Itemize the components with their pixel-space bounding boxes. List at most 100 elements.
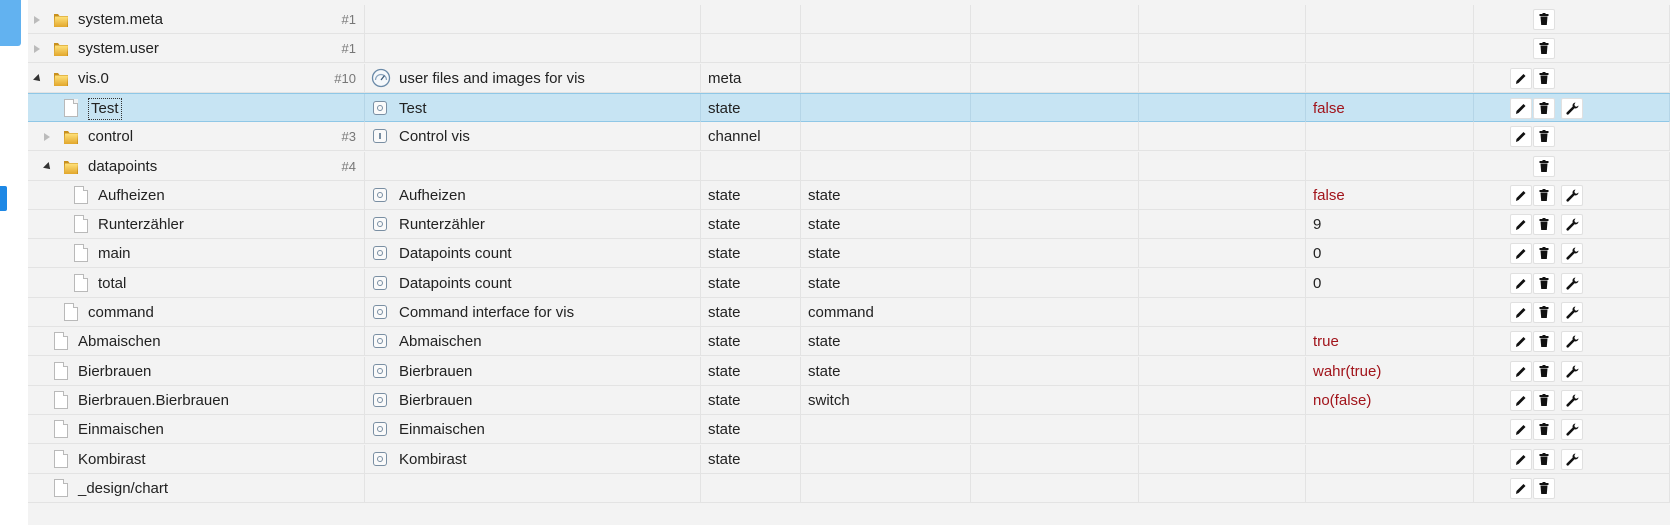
object-name[interactable]: total [98,269,126,298]
cell-type: state [701,385,801,415]
wrench-settings-button[interactable] [1561,97,1583,119]
object-name[interactable]: datapoints [88,152,157,181]
object-value[interactable]: 9 [1313,210,1321,239]
delete-button[interactable] [1533,38,1555,60]
object-name[interactable]: Bierbrauen.Bierbrauen [78,386,229,415]
cell-c5 [971,298,1139,327]
delete-button[interactable] [1533,243,1555,265]
delete-button[interactable] [1533,477,1555,499]
wrench-settings-button[interactable] [1561,448,1583,470]
edit-button[interactable] [1510,272,1532,294]
table-row[interactable]: system.meta #1 [28,5,1670,34]
object-name[interactable]: Aufheizen [98,181,165,210]
edit-button[interactable] [1510,184,1532,206]
cell-c5 [971,239,1139,269]
collapse-toggle-icon[interactable] [43,161,53,172]
edit-button[interactable] [1510,126,1532,148]
edit-button[interactable] [1510,389,1532,411]
table-row[interactable]: command Command interface for vis state com… [28,298,1670,327]
object-name[interactable]: Einmaischen [78,415,164,444]
table-row[interactable]: Einmaischen Einmaischen state [28,415,1670,445]
delete-button[interactable] [1533,126,1555,148]
object-name[interactable]: command [88,298,154,327]
table-row[interactable]: main Datapoints count state state 0 [28,239,1670,269]
wrench-settings-button[interactable] [1561,184,1583,206]
cell-desc [365,151,701,181]
table-row[interactable]: control #3 Control vis channel [28,122,1670,152]
delete-button[interactable] [1533,360,1555,382]
delete-button[interactable] [1533,419,1555,441]
wrench-settings-button[interactable] [1561,389,1583,411]
table-row[interactable]: Runterzähler Runterzähler state state 9 [28,210,1670,240]
table-row[interactable]: Abmaischen Abmaischen state state true [28,327,1670,357]
object-value[interactable]: 0 [1313,239,1321,268]
table-row[interactable]: Test Test state false [28,92,1670,123]
sidebar-accent-tab[interactable] [0,0,21,46]
delete-button[interactable] [1533,389,1555,411]
object-name[interactable]: system.meta [78,5,163,34]
object-name[interactable]: _design/chart [78,474,168,503]
table-row[interactable]: total Datapoints count state state 0 [28,268,1670,298]
delete-button[interactable] [1533,448,1555,470]
edit-button[interactable] [1510,97,1532,119]
object-name[interactable]: Test [88,97,122,120]
edit-button[interactable] [1510,360,1532,382]
object-value[interactable]: 0 [1313,269,1321,298]
delete-button[interactable] [1533,9,1555,30]
cell-name: Runterzähler [28,210,365,240]
wrench-settings-button[interactable] [1561,419,1583,441]
expand-toggle-icon[interactable] [34,45,40,54]
edit-button[interactable] [1510,67,1532,89]
delete-button[interactable] [1533,97,1555,119]
object-name[interactable]: Runterzähler [98,210,184,239]
table-row[interactable]: vis.0 #10 user files and images for vis met… [28,63,1670,93]
edit-button[interactable] [1510,331,1532,353]
delete-button[interactable] [1533,184,1555,206]
object-value[interactable]: false [1313,94,1345,123]
edit-button[interactable] [1510,243,1532,265]
object-value[interactable]: false [1313,181,1345,210]
object-description: Datapoints count [399,274,512,292]
table-row[interactable]: Bierbrauen Bierbrauen state state wahr(true) [28,356,1670,386]
table-row[interactable]: system.user #1 [28,34,1670,64]
object-role: command [808,304,874,321]
wrench-settings-button[interactable] [1561,272,1583,294]
wrench-settings-button[interactable] [1561,360,1583,382]
edit-button[interactable] [1510,477,1532,499]
expand-toggle-icon[interactable] [44,133,50,142]
table-row[interactable]: Aufheizen Aufheizen state state false [28,180,1670,210]
delete-button[interactable] [1533,214,1555,236]
wrench-settings-button[interactable] [1561,331,1583,353]
delete-button[interactable] [1533,155,1555,177]
delete-button[interactable] [1533,302,1555,323]
delete-button[interactable] [1533,272,1555,294]
object-name[interactable]: main [98,239,131,268]
wrench-settings-button[interactable] [1561,214,1583,236]
edit-button[interactable] [1510,302,1532,323]
wrench-settings-button[interactable] [1561,302,1583,323]
collapse-toggle-icon[interactable] [33,73,43,84]
object-description: Test [399,99,427,117]
edit-button[interactable] [1510,214,1532,236]
object-name[interactable]: Bierbrauen [78,357,151,386]
object-value[interactable]: true [1313,327,1339,356]
object-value[interactable]: no(false) [1313,386,1371,415]
object-name[interactable]: system.user [78,34,159,63]
table-row[interactable]: Bierbrauen.Bierbrauen Bierbrauen state swit… [28,385,1670,415]
table-row[interactable]: _design/chart [28,473,1670,503]
wrench-settings-button[interactable] [1561,243,1583,265]
object-value[interactable]: wahr(true) [1313,357,1381,386]
edit-button[interactable] [1510,419,1532,441]
delete-button[interactable] [1533,67,1555,89]
cell-desc: Kombirast [365,444,701,474]
object-name[interactable]: control [88,122,133,151]
cell-value [1306,63,1474,93]
object-name[interactable]: Abmaischen [78,327,161,356]
object-name[interactable]: Kombirast [78,445,146,474]
delete-button[interactable] [1533,331,1555,353]
edit-button[interactable] [1510,448,1532,470]
expand-toggle-icon[interactable] [34,16,40,24]
table-row[interactable]: datapoints #4 [28,151,1670,181]
object-name[interactable]: vis.0 [78,64,109,93]
table-row[interactable]: Kombirast Kombirast state [28,444,1670,474]
